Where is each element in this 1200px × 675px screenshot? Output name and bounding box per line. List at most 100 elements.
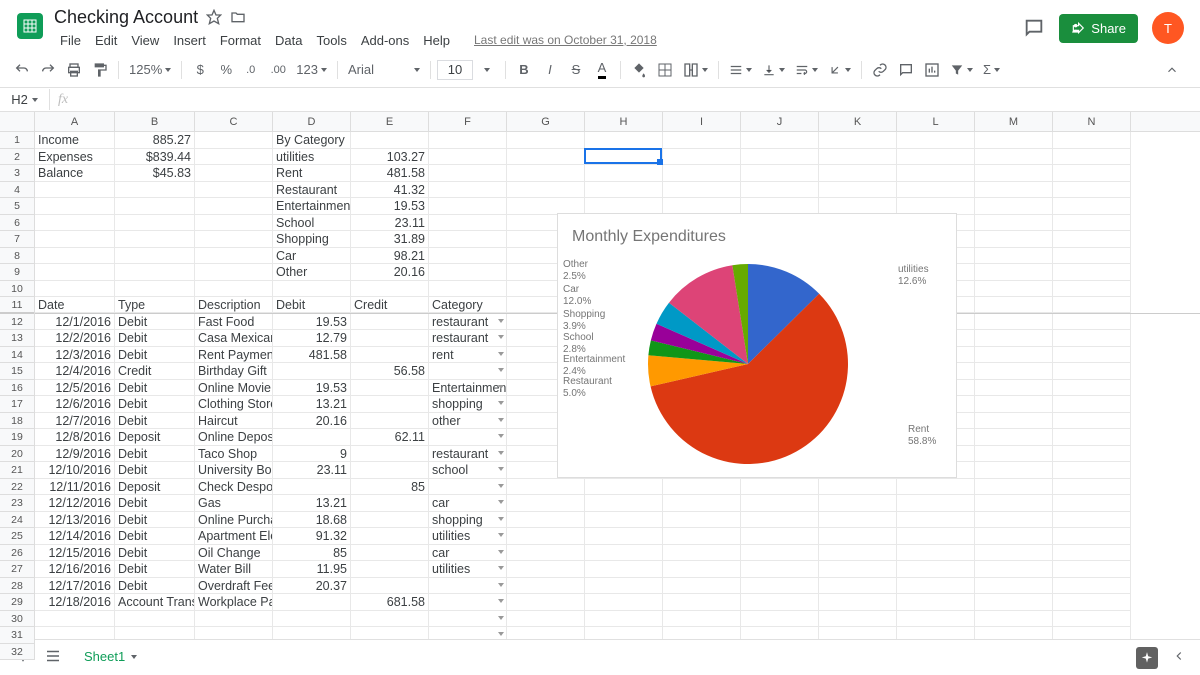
cell[interactable]: 481.58 bbox=[273, 347, 351, 364]
currency-icon[interactable]: $ bbox=[188, 57, 212, 83]
comment-icon[interactable] bbox=[894, 57, 918, 83]
cell[interactable]: School bbox=[273, 215, 351, 232]
cell[interactable] bbox=[1053, 479, 1131, 496]
zoom-select[interactable]: 125% bbox=[125, 57, 175, 83]
row-header-28[interactable]: 28 bbox=[0, 578, 34, 595]
cell[interactable] bbox=[663, 132, 741, 149]
cell[interactable] bbox=[975, 413, 1053, 430]
cell[interactable]: 91.32 bbox=[273, 528, 351, 545]
fill-color-icon[interactable] bbox=[627, 57, 651, 83]
cell[interactable]: restaurant bbox=[429, 314, 507, 331]
cell[interactable]: 31.89 bbox=[351, 231, 429, 248]
col-header-F[interactable]: F bbox=[429, 112, 507, 131]
side-panel-toggle-icon[interactable] bbox=[1172, 649, 1186, 666]
more-formats[interactable]: 123 bbox=[292, 57, 331, 83]
cell[interactable] bbox=[507, 495, 585, 512]
menu-add-ons[interactable]: Add-ons bbox=[355, 30, 415, 51]
cell[interactable]: 20.16 bbox=[273, 413, 351, 430]
cell[interactable]: Debit bbox=[115, 446, 195, 463]
cell[interactable] bbox=[585, 528, 663, 545]
cell[interactable] bbox=[585, 594, 663, 611]
cell[interactable] bbox=[819, 165, 897, 182]
explore-icon[interactable] bbox=[1136, 647, 1158, 669]
cell[interactable]: Expenses bbox=[35, 149, 115, 166]
cell[interactable]: 12/17/2016 bbox=[35, 578, 115, 595]
row-header-6[interactable]: 6 bbox=[0, 215, 34, 232]
cell[interactable] bbox=[975, 248, 1053, 265]
cell[interactable] bbox=[429, 132, 507, 149]
cell[interactable] bbox=[741, 495, 819, 512]
cell[interactable] bbox=[975, 330, 1053, 347]
cell[interactable] bbox=[585, 132, 663, 149]
cell[interactable] bbox=[507, 545, 585, 562]
cell[interactable] bbox=[115, 198, 195, 215]
row-header-17[interactable]: 17 bbox=[0, 396, 34, 413]
row-header-11[interactable]: 11 bbox=[0, 297, 34, 314]
cell[interactable] bbox=[1053, 611, 1131, 628]
cell[interactable] bbox=[273, 429, 351, 446]
cell[interactable] bbox=[1053, 545, 1131, 562]
cell[interactable] bbox=[975, 149, 1053, 166]
cell[interactable]: Debit bbox=[115, 512, 195, 529]
cell[interactable] bbox=[35, 231, 115, 248]
cell[interactable] bbox=[975, 479, 1053, 496]
cell[interactable] bbox=[273, 611, 351, 628]
col-header-B[interactable]: B bbox=[115, 112, 195, 131]
cell[interactable] bbox=[351, 281, 429, 298]
cell[interactable]: Car bbox=[273, 248, 351, 265]
cell[interactable] bbox=[429, 594, 507, 611]
cell[interactable]: restaurant bbox=[429, 330, 507, 347]
row-header-32[interactable]: 32 bbox=[0, 644, 34, 661]
cell[interactable] bbox=[1053, 446, 1131, 463]
cell[interactable] bbox=[741, 182, 819, 199]
cell[interactable]: Restaurant bbox=[273, 182, 351, 199]
row-header-10[interactable]: 10 bbox=[0, 281, 34, 298]
cell[interactable]: Debit bbox=[115, 528, 195, 545]
cell[interactable] bbox=[195, 231, 273, 248]
filter-icon[interactable] bbox=[946, 57, 977, 83]
cell[interactable]: Balance bbox=[35, 165, 115, 182]
cell[interactable]: 12.79 bbox=[273, 330, 351, 347]
paint-format-icon[interactable] bbox=[88, 57, 112, 83]
doc-title[interactable]: Checking Account bbox=[54, 7, 198, 28]
cell[interactable] bbox=[663, 165, 741, 182]
row-header-30[interactable]: 30 bbox=[0, 611, 34, 628]
cell[interactable] bbox=[741, 512, 819, 529]
cell[interactable]: Water Bill bbox=[195, 561, 273, 578]
cell[interactable]: Check Desposit bbox=[195, 479, 273, 496]
cell[interactable]: 681.58 bbox=[351, 594, 429, 611]
menu-view[interactable]: View bbox=[125, 30, 165, 51]
chart-icon[interactable] bbox=[920, 57, 944, 83]
cell[interactable]: Online Deposit bbox=[195, 429, 273, 446]
cell[interactable] bbox=[819, 528, 897, 545]
cell[interactable]: Rent bbox=[273, 165, 351, 182]
cell[interactable] bbox=[585, 479, 663, 496]
cell[interactable] bbox=[351, 446, 429, 463]
cell[interactable] bbox=[351, 545, 429, 562]
cell[interactable] bbox=[115, 215, 195, 232]
all-sheets-icon[interactable] bbox=[44, 647, 62, 668]
cell[interactable]: By Category bbox=[273, 132, 351, 149]
cell[interactable] bbox=[975, 495, 1053, 512]
menu-tools[interactable]: Tools bbox=[310, 30, 352, 51]
cell[interactable] bbox=[1053, 578, 1131, 595]
cell[interactable]: 12/12/2016 bbox=[35, 495, 115, 512]
bold-icon[interactable]: B bbox=[512, 57, 536, 83]
cell[interactable]: 19.53 bbox=[351, 198, 429, 215]
cell[interactable]: 20.16 bbox=[351, 264, 429, 281]
cell[interactable] bbox=[975, 198, 1053, 215]
cell[interactable] bbox=[975, 182, 1053, 199]
cell[interactable] bbox=[429, 611, 507, 628]
cell[interactable] bbox=[741, 165, 819, 182]
cell[interactable]: 56.58 bbox=[351, 363, 429, 380]
cell[interactable]: 12/9/2016 bbox=[35, 446, 115, 463]
cell[interactable]: 85 bbox=[273, 545, 351, 562]
cell[interactable] bbox=[1053, 231, 1131, 248]
cell[interactable] bbox=[1053, 561, 1131, 578]
cell[interactable] bbox=[819, 495, 897, 512]
cell[interactable] bbox=[897, 149, 975, 166]
row-header-14[interactable]: 14 bbox=[0, 347, 34, 364]
cell[interactable] bbox=[351, 347, 429, 364]
cell[interactable] bbox=[741, 578, 819, 595]
borders-icon[interactable] bbox=[653, 57, 677, 83]
